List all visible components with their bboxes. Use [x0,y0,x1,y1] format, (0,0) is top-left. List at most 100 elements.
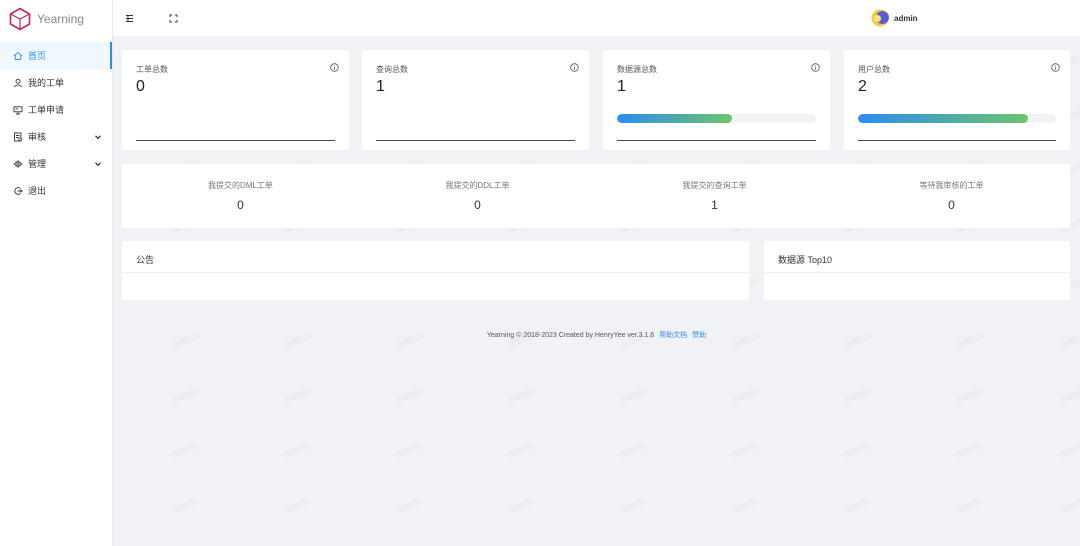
monitor-icon [12,104,23,115]
sidebar-item-label: 退出 [28,186,47,196]
watermark-text: admin [618,440,649,461]
datasource-top10-panel: 数据源 Top10 [764,241,1070,300]
panel-title: 数据源 Top10 [764,241,1070,273]
logo[interactable]: Yearning [0,0,112,38]
watermark-text: admin [730,440,761,461]
watermark-text: admin [1058,440,1080,461]
user-icon [12,77,23,88]
sidebar-item-label: 管理 [28,159,47,169]
watermark-text: admin [282,495,313,516]
watermark-text: admin [170,385,201,406]
sidebar-item-audit[interactable]: 审核 [0,123,112,150]
watermark-text: admin [394,440,425,461]
menu-toggle-icon[interactable] [122,11,136,25]
watermark-text: admin [506,385,537,406]
sidebar-item-label: 工单申请 [28,105,65,115]
audit-icon [12,131,23,142]
sidebar-menu: 首页 我的工单 工单申请 审核 管理 退出 [0,42,112,204]
watermark-text: admin [954,440,985,461]
summary-label: 我提交的DDL工单 [445,181,510,190]
info-icon[interactable] [1051,63,1060,72]
divider [617,140,816,141]
divider [136,140,335,141]
stat-value: 0 [136,78,145,95]
sidebar-item-my-orders[interactable]: 我的工单 [0,69,112,96]
stat-title: 查询总数 [376,65,408,74]
watermark-text: admin [730,495,761,516]
watermark-text: admin [618,495,649,516]
fullscreen-icon[interactable] [166,11,180,25]
watermark-text: admin [730,385,761,406]
watermark-text: admin [394,385,425,406]
sidebar-item-label: 我的工单 [28,78,65,88]
stat-title: 数据源总数 [617,65,657,74]
stat-value: 2 [858,78,867,95]
summary-card: 我提交的DML工单 0 我提交的DDL工单 0 我提交的查询工单 1 等待我审核… [122,164,1070,228]
summary-value: 1 [711,198,718,212]
watermark-text: admin [842,495,873,516]
watermark-text: admin [1058,385,1080,406]
summary-value: 0 [474,198,481,212]
stat-card-queries: 查询总数 1 [362,50,589,150]
stat-card-datasources: 数据源总数 1 [603,50,830,150]
sidebar-item-manage[interactable]: 管理 [0,150,112,177]
sponsor-link[interactable]: 赞助 [692,332,706,339]
watermark-text: admin [618,385,649,406]
sidebar-item-order-apply[interactable]: 工单申请 [0,96,112,123]
summary-item-query: 我提交的查询工单 1 [596,164,833,228]
avatar [871,9,889,27]
summary-label: 我提交的查询工单 [682,181,747,190]
watermark-text: admin [954,495,985,516]
watermark-text: admin [170,440,201,461]
summary-label: 等待我审核的工单 [919,181,984,190]
summary-item-dml: 我提交的DML工单 0 [122,164,359,228]
watermark-text: admin [282,440,313,461]
stat-card-orders: 工单总数 0 [122,50,349,150]
settings-icon [12,158,23,169]
summary-value: 0 [948,198,955,212]
progress-fill [617,114,733,123]
info-icon[interactable] [570,63,579,72]
watermark-text: admin [506,440,537,461]
sidebar-item-home[interactable]: 首页 [0,42,112,69]
divider [376,140,575,141]
chevron-down-icon[interactable] [94,133,102,141]
footer: Yearning © 2018-2023 Created by HenryYee… [113,330,1080,340]
summary-item-pending-audit: 等待我审核的工单 0 [833,164,1070,228]
summary-label: 我提交的DML工单 [208,181,273,190]
app-name: Yearning [37,12,84,26]
watermark-text: admin [954,385,985,406]
watermark-text: admin [394,495,425,516]
stat-title: 工单总数 [136,65,168,74]
watermark-text: admin [506,495,537,516]
sidebar-item-label: 首页 [28,51,47,61]
stat-value: 1 [376,78,385,95]
stat-value: 1 [617,78,626,95]
yearning-logo-icon [9,7,31,31]
help-docs-link[interactable]: 帮助文档 [659,332,687,339]
watermark-text: admin [1058,495,1080,516]
watermark-text: admin [842,385,873,406]
watermark-text: admin [282,385,313,406]
chevron-down-icon[interactable] [94,160,102,168]
summary-item-ddl: 我提交的DDL工单 0 [359,164,596,228]
stat-card-users: 用户总数 2 [844,50,1070,150]
home-icon [12,50,23,61]
notice-panel: 公告 [122,241,749,300]
username: admin [894,13,918,23]
progress-bar [617,114,816,123]
watermark-text: admin [842,440,873,461]
logout-icon [12,185,23,196]
summary-value: 0 [237,198,244,212]
top-header: admin [113,0,1080,36]
info-icon[interactable] [811,63,820,72]
progress-fill [858,114,1029,123]
sidebar-item-label: 审核 [28,132,47,142]
panel-title: 公告 [122,241,749,273]
info-icon[interactable] [330,63,339,72]
user-menu[interactable]: admin [871,9,918,27]
sidebar-item-logout[interactable]: 退出 [0,177,112,204]
progress-bar [858,114,1056,123]
sidebar: Yearning 首页 我的工单 工单申请 审核 管理 退出 [0,0,113,546]
divider [858,140,1056,141]
